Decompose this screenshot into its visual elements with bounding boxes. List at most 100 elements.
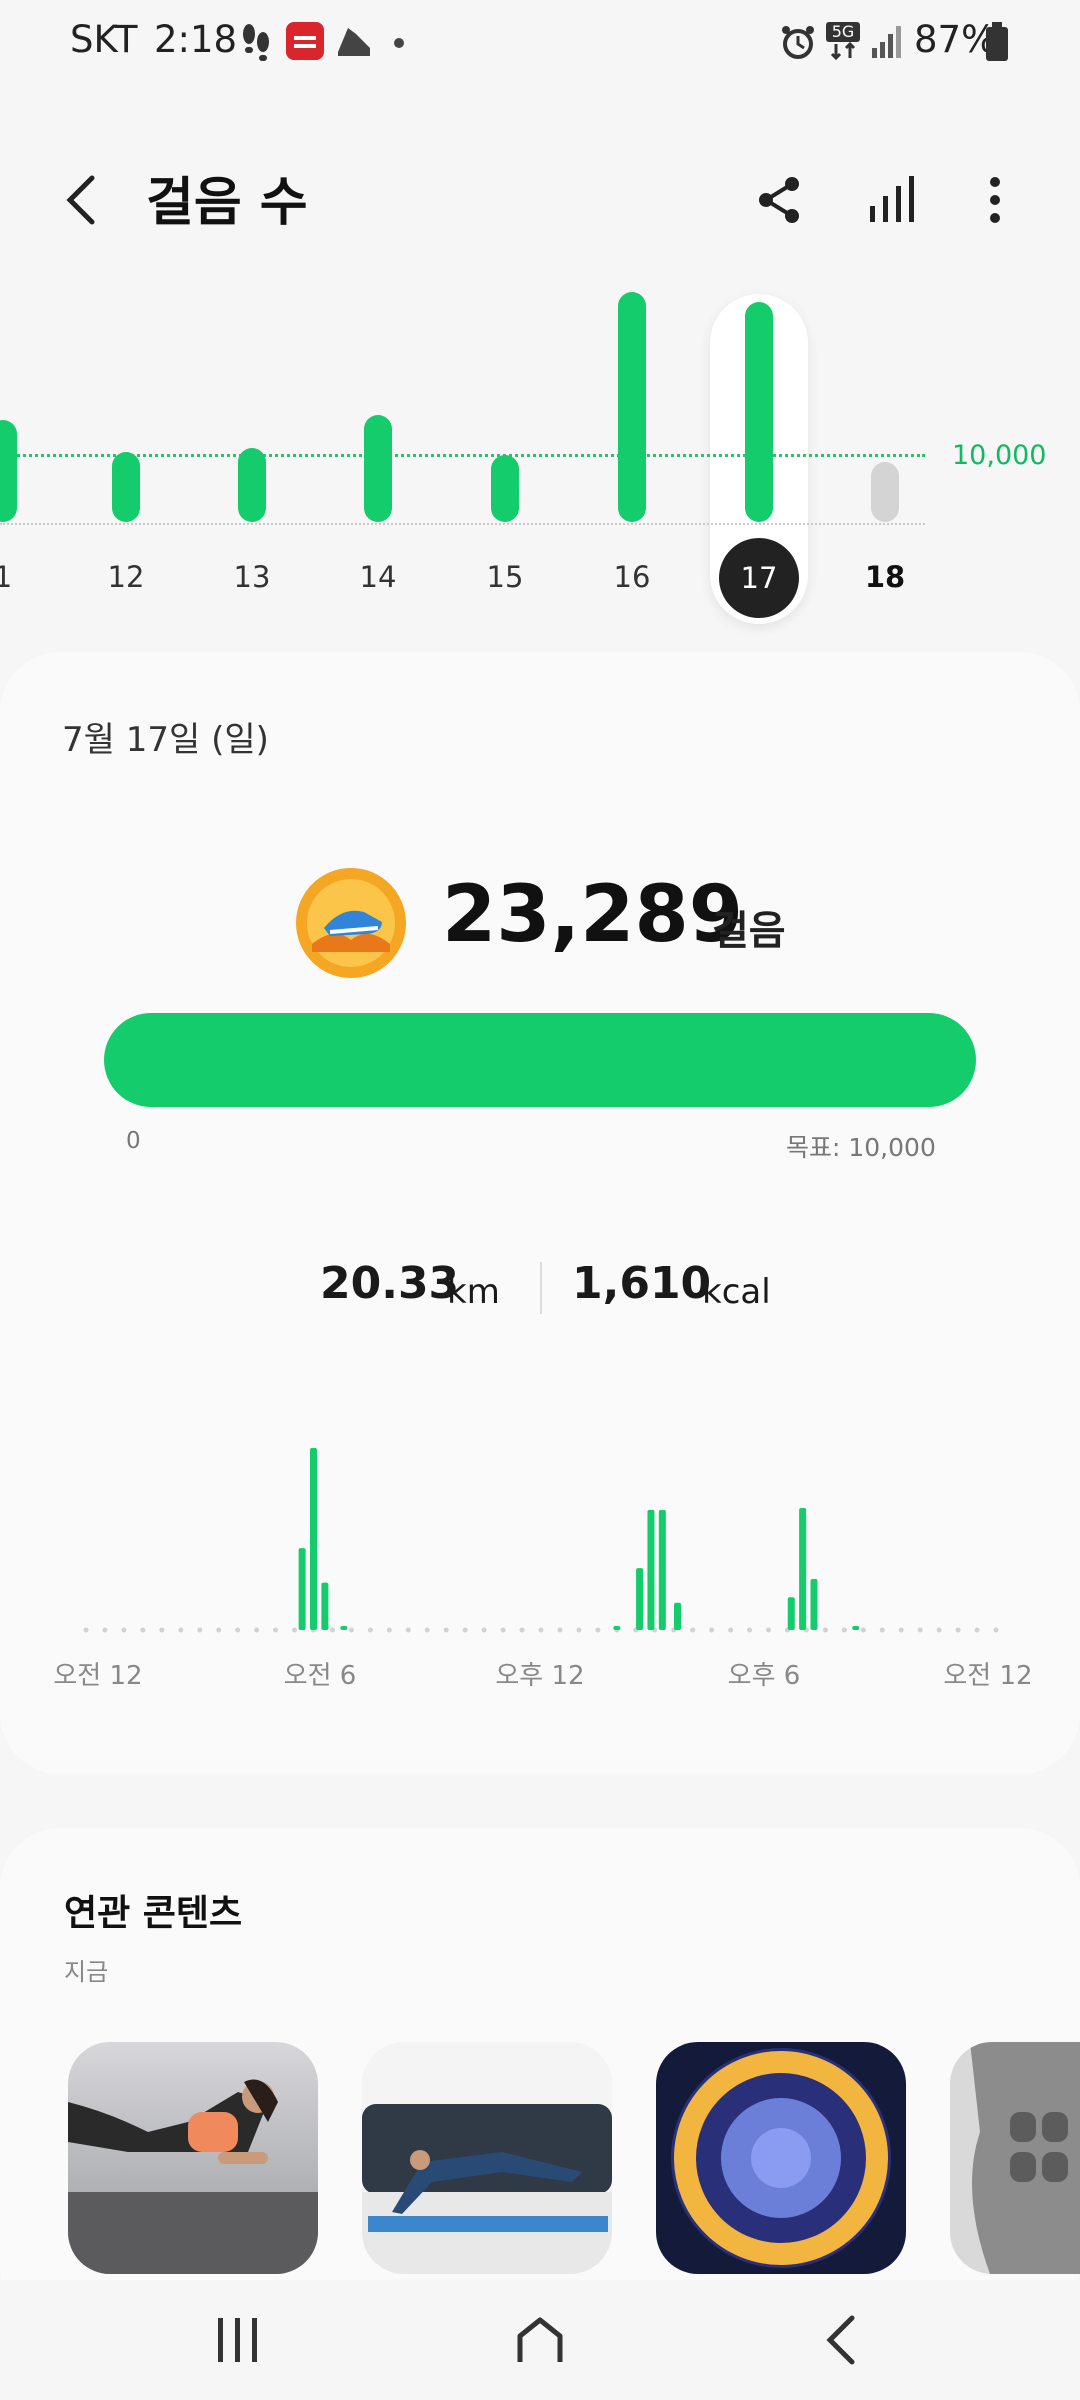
calories-value: 1,610 bbox=[572, 1258, 712, 1309]
hour-dot bbox=[367, 1627, 373, 1633]
hour-dot bbox=[576, 1627, 582, 1633]
hour-dot bbox=[955, 1627, 961, 1633]
battery-percent: 87% bbox=[914, 18, 997, 61]
goal-line-label: 10,000 bbox=[952, 440, 1047, 471]
hour-dot bbox=[519, 1627, 525, 1633]
hour-dot bbox=[197, 1627, 203, 1633]
hour-dot bbox=[822, 1627, 828, 1633]
city-night-globe-thumbnail[interactable] bbox=[656, 2042, 906, 2274]
hour-bar bbox=[340, 1626, 348, 1630]
hour-dot bbox=[178, 1627, 184, 1633]
hour-bar bbox=[298, 1548, 306, 1630]
hour-dot bbox=[159, 1627, 165, 1633]
hour-dot bbox=[102, 1627, 108, 1633]
hour-dot bbox=[405, 1627, 411, 1633]
home-icon[interactable] bbox=[514, 2314, 566, 2366]
hour-dot bbox=[766, 1627, 771, 1633]
steps-unit: 걸음 bbox=[712, 908, 786, 954]
hour-dot bbox=[595, 1627, 601, 1633]
hour-bar bbox=[647, 1509, 655, 1630]
hour-dot bbox=[348, 1627, 354, 1633]
week-bar-14[interactable] bbox=[364, 415, 392, 522]
hour-dot bbox=[462, 1627, 468, 1633]
hour-dot bbox=[936, 1627, 942, 1633]
hour-dot bbox=[254, 1627, 260, 1633]
week-label-1[interactable]: 1 bbox=[0, 560, 43, 594]
week-bar-15[interactable] bbox=[491, 455, 519, 522]
hour-dot bbox=[747, 1627, 753, 1633]
hour-dot bbox=[974, 1627, 980, 1633]
hour-bar bbox=[321, 1582, 329, 1630]
distance-value: 20.33 bbox=[320, 1258, 460, 1309]
hour-bar bbox=[636, 1568, 644, 1630]
hour-dot bbox=[83, 1627, 89, 1633]
recent-apps-icon[interactable] bbox=[214, 2314, 262, 2366]
hour-label-3: 오후 6 bbox=[727, 1661, 801, 1691]
hour-bar bbox=[310, 1448, 317, 1630]
selected-date: 7월 17일 (일) bbox=[62, 720, 269, 760]
hour-dot bbox=[424, 1627, 430, 1633]
hour-dot bbox=[235, 1627, 241, 1633]
hour-dot bbox=[500, 1627, 506, 1633]
hour-label-1: 오전 6 bbox=[283, 1661, 357, 1691]
week-label-17[interactable]: 17 bbox=[719, 538, 799, 618]
navigation-bar bbox=[0, 2280, 1080, 2400]
hour-bar bbox=[852, 1626, 860, 1630]
more-button[interactable] bbox=[955, 160, 1035, 240]
battery-icon bbox=[986, 22, 1008, 61]
hour-dot bbox=[121, 1627, 127, 1633]
hour-dot bbox=[140, 1627, 146, 1633]
distance-unit: km bbox=[447, 1272, 500, 1312]
hour-dot bbox=[538, 1627, 544, 1633]
hour-bar bbox=[658, 1509, 666, 1630]
week-label-15[interactable]: 15 bbox=[465, 560, 545, 594]
hour-dot bbox=[898, 1627, 904, 1633]
hour-dot bbox=[993, 1627, 999, 1633]
abs-muscle-thumbnail[interactable] bbox=[950, 2042, 1080, 2274]
hour-dot bbox=[917, 1627, 923, 1633]
week-label-12[interactable]: 12 bbox=[86, 560, 166, 594]
hour-label-0: 오전 12 bbox=[53, 1661, 143, 1691]
week-label-13[interactable]: 13 bbox=[212, 560, 292, 594]
hour-dot bbox=[292, 1627, 298, 1633]
hour-bar bbox=[613, 1626, 621, 1630]
calories-unit: kcal bbox=[702, 1272, 771, 1312]
hourly-steps-chart bbox=[83, 1448, 999, 1633]
total-steps: 23,289 bbox=[442, 870, 743, 960]
weekly-steps-chart[interactable]: 1 12 13 14 15 16 17 18 bbox=[0, 0, 925, 640]
hour-dot bbox=[386, 1627, 392, 1633]
hour-dot bbox=[879, 1627, 885, 1633]
week-label-14[interactable]: 14 bbox=[338, 560, 418, 594]
goal-progress-fill bbox=[104, 1013, 976, 1107]
week-bar-17[interactable] bbox=[745, 302, 773, 522]
week-bar-16[interactable] bbox=[618, 292, 646, 522]
hour-dot bbox=[728, 1627, 734, 1633]
hour-bar bbox=[674, 1602, 681, 1630]
hour-dot bbox=[481, 1627, 487, 1633]
hour-dot bbox=[329, 1627, 335, 1633]
hour-dot bbox=[690, 1627, 696, 1633]
week-label-16[interactable]: 16 bbox=[592, 560, 672, 594]
hour-dot bbox=[443, 1627, 449, 1633]
step-goal-badge-icon bbox=[296, 868, 406, 978]
progress-min-label: 0 bbox=[126, 1128, 141, 1154]
hour-label-2: 오후 12 bbox=[495, 1661, 585, 1691]
week-bar-1[interactable] bbox=[0, 420, 17, 522]
goal-progress-bar bbox=[104, 1013, 976, 1107]
hour-dot bbox=[216, 1627, 222, 1633]
stat-divider bbox=[540, 1262, 542, 1314]
back-nav-icon[interactable] bbox=[822, 2312, 862, 2368]
hour-bar bbox=[787, 1597, 795, 1630]
week-bar-13[interactable] bbox=[238, 448, 266, 522]
hour-dot bbox=[860, 1627, 866, 1633]
week-label-18[interactable]: 18 bbox=[845, 560, 925, 594]
related-content-subtitle: 지금 bbox=[64, 1958, 109, 1986]
yoga-pose-thumbnail[interactable] bbox=[362, 2042, 612, 2274]
hour-bar bbox=[810, 1579, 818, 1630]
hour-bar bbox=[799, 1508, 807, 1630]
more-icon bbox=[990, 177, 1000, 223]
week-bar-18[interactable] bbox=[871, 462, 899, 522]
plank-exercise-thumbnail[interactable] bbox=[68, 2042, 318, 2274]
progress-goal-label: 목표: 10,000 bbox=[786, 1133, 936, 1162]
week-bar-12[interactable] bbox=[112, 452, 140, 522]
